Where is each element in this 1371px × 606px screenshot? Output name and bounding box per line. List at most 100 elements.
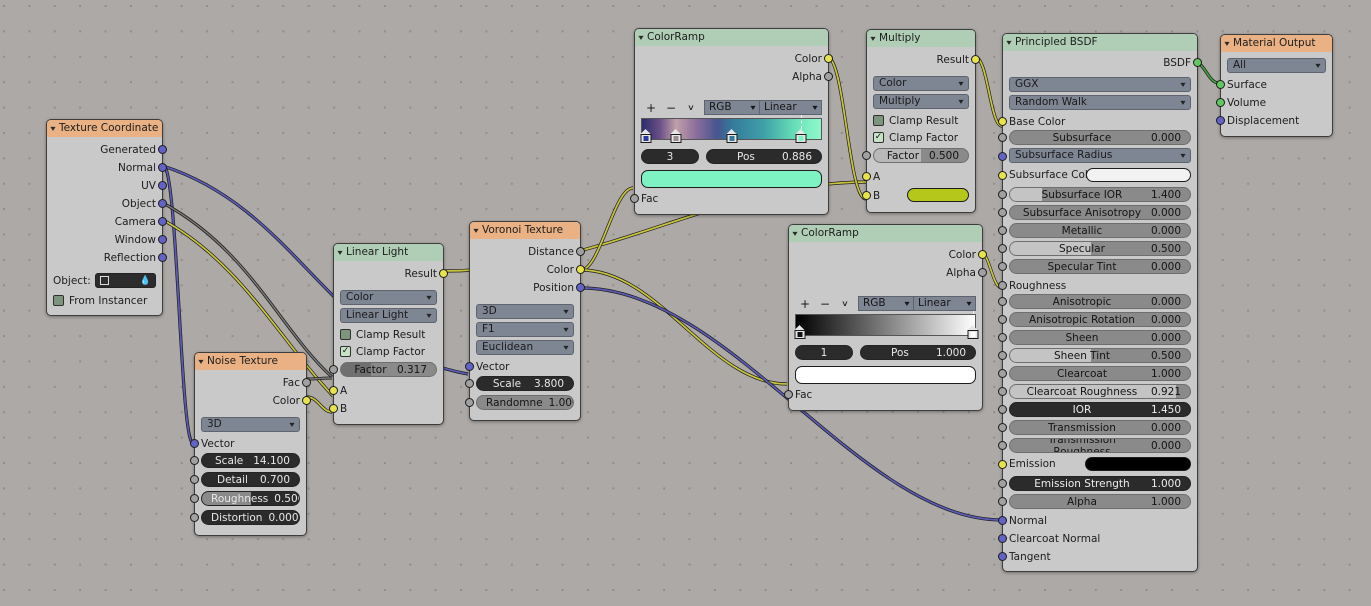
clamp-result-checkbox[interactable] [873,115,884,126]
socket-normal[interactable] [158,163,167,172]
target-dropdown[interactable]: All ▾ [1227,58,1326,73]
subsurface-method-dropdown[interactable]: Random Walk ▾ [1009,95,1191,110]
colorramp-active-color-swatch[interactable] [641,170,822,188]
colorramp-stop-active[interactable] [967,325,979,339]
collapse-chevron-icon[interactable]: ▾ [638,29,643,46]
socket-a-in[interactable] [862,172,871,181]
socket-row-b[interactable]: B [329,400,437,418]
socket-scale-in[interactable] [190,456,199,465]
socket-row-generated[interactable]: Generated [53,141,167,159]
socket-distance-out[interactable] [576,247,585,256]
socket-row-a[interactable]: A [329,382,437,400]
colorramp-active-color-swatch[interactable] [795,366,976,384]
subsurface-color-swatch[interactable] [1086,168,1191,182]
colorramp-stop[interactable] [670,129,682,143]
socket-subsurface-radius-in[interactable] [998,152,1007,161]
socket-emission-in[interactable] [998,460,1007,469]
socket-bsdf-out[interactable] [1193,58,1202,67]
node-multiply[interactable]: ▾ Multiply Result Color ▾ Multiply ▾ Cla… [862,29,980,213]
socket-row-reflection[interactable]: Reflection [53,249,167,267]
colorramp-index-field[interactable]: 3 [641,149,699,164]
scale-value-field[interactable]: Scale 14.100 [201,453,300,468]
object-picker-input[interactable]: 💧 [94,273,156,288]
socket-transmission-in[interactable] [998,423,1007,432]
socket-color-out[interactable] [978,250,987,259]
node-colorramp-2[interactable]: ▾ ColorRamp Color Alpha + − ∨ RGB ▾ Line… [784,224,987,411]
param-row-scale[interactable]: Scale 14.100 [190,453,300,470]
socket-row-window[interactable]: Window [53,231,167,249]
param-row-sheen-tint[interactable]: Sheen Tint 0.500 [998,348,1191,364]
roughness-value-field[interactable]: Roughness 0.500 [201,491,300,506]
socket-distortion-in[interactable] [190,513,199,522]
socket-subsurface-anisotropy-in[interactable] [998,208,1007,217]
socket-row-bsdf[interactable]: BSDF [1009,54,1202,71]
detail-value-field[interactable]: Detail 0.700 [201,472,300,487]
collapse-chevron-icon[interactable]: ▾ [337,244,342,261]
socket-row-result[interactable]: Result [873,51,980,69]
dimension-dropdown[interactable]: 3D ▾ [201,417,300,432]
socket-displacement-in[interactable] [1216,116,1225,125]
param-row-subsurface-anisotropy[interactable]: Subsurface Anisotropy 0.000 [998,205,1191,221]
socket-position-out[interactable] [576,283,585,292]
socket-row-alpha[interactable]: Alpha [641,68,833,86]
param-row-anisotropic[interactable]: Anisotropic 0.000 [998,294,1191,310]
node-header-noise-texture[interactable]: ▾ Noise Texture [195,353,306,370]
clamp-result-checkbox[interactable] [340,329,351,340]
socket-specular-tint-in[interactable] [998,262,1007,271]
distance-metric-dropdown[interactable]: Euclidean ▾ [476,340,574,355]
socket-uv[interactable] [158,181,167,190]
socket-clearcoat-in[interactable] [998,369,1007,378]
socket-b-in[interactable] [862,191,871,200]
socket-subsurface-in[interactable] [998,133,1007,142]
socket-row-displacement[interactable]: Displacement [1216,112,1326,130]
socket-row-alpha[interactable]: Alpha [795,264,987,282]
param-row-clearcoat[interactable]: Clearcoat 1.000 [998,366,1191,382]
colorramp-stop-active[interactable] [795,129,807,143]
socket-result-out[interactable] [971,55,980,64]
socket-row-a[interactable]: A [862,168,969,186]
socket-row-fac[interactable]: Fac [784,386,976,404]
data-type-dropdown[interactable]: Color ▾ [340,290,437,305]
colorramp-pos-field[interactable]: Pos 0.886 [706,149,822,164]
from-instancer-row[interactable]: From Instancer [53,292,156,309]
socket-base-color-in[interactable] [998,117,1007,126]
ior-value-field[interactable]: IOR 1.450 [1009,402,1191,417]
socket-row-uv[interactable]: UV [53,177,167,195]
color-mode-dropdown[interactable]: RGB ▾ [704,100,760,115]
socket-clearcoat-normal-in[interactable] [998,534,1007,543]
socket-roughness-in[interactable] [190,494,199,503]
node-voronoi-texture[interactable]: ▾ Voronoi Texture Distance Color Positio… [465,221,585,421]
socket-anisotropic-in[interactable] [998,297,1007,306]
node-header-texture-coordinate[interactable]: ▾ Texture Coordinate [47,120,162,137]
socket-row-vector[interactable]: Vector [190,435,300,453]
socket-roughness-in[interactable] [998,281,1007,290]
socket-transmission-roughness-in[interactable] [998,441,1007,450]
scale-value-field[interactable]: Scale 3.800 [476,376,574,391]
socket-row-color[interactable]: Color [201,392,311,410]
emission-strength-value-field[interactable]: Emission Strength 1.000 [1009,476,1191,491]
socket-generated[interactable] [158,145,167,154]
socket-anisotropic-rotation-in[interactable] [998,315,1007,324]
socket-row-color[interactable]: Color [795,246,987,264]
colorramp-gradient-bar-1[interactable] [640,115,822,143]
dimension-dropdown[interactable]: 3D ▾ [476,304,574,319]
socket-camera[interactable] [158,217,167,226]
socket-alpha-out[interactable] [824,72,833,81]
colorramp-stop[interactable] [726,129,737,143]
param-row-transmission[interactable]: Transmission 0.000 [998,420,1191,436]
colorramp-index-field[interactable]: 1 [795,345,853,360]
socket-row-normal[interactable]: Normal [998,512,1191,530]
param-row-factor[interactable]: Factor 0.317 [329,362,437,380]
collapse-chevron-icon[interactable]: ▾ [870,30,875,47]
socket-subsurface-color-in[interactable] [998,171,1007,180]
socket-row-vector[interactable]: Vector [465,358,574,376]
param-row-anisotropic-rotation[interactable]: Anisotropic Rotation 0.000 [998,312,1191,328]
param-row-detail[interactable]: Detail 0.700 [190,472,300,489]
socket-reflection[interactable] [158,253,167,262]
socket-row-roughness[interactable]: Roughness [998,277,1191,294]
socket-color-out[interactable] [576,265,585,274]
param-row-specular-tint[interactable]: Specular Tint 0.000 [998,259,1191,275]
socket-alpha-in[interactable] [998,497,1007,506]
socket-row-result[interactable]: Result [340,265,448,283]
add-stop-button[interactable]: + [641,101,661,115]
